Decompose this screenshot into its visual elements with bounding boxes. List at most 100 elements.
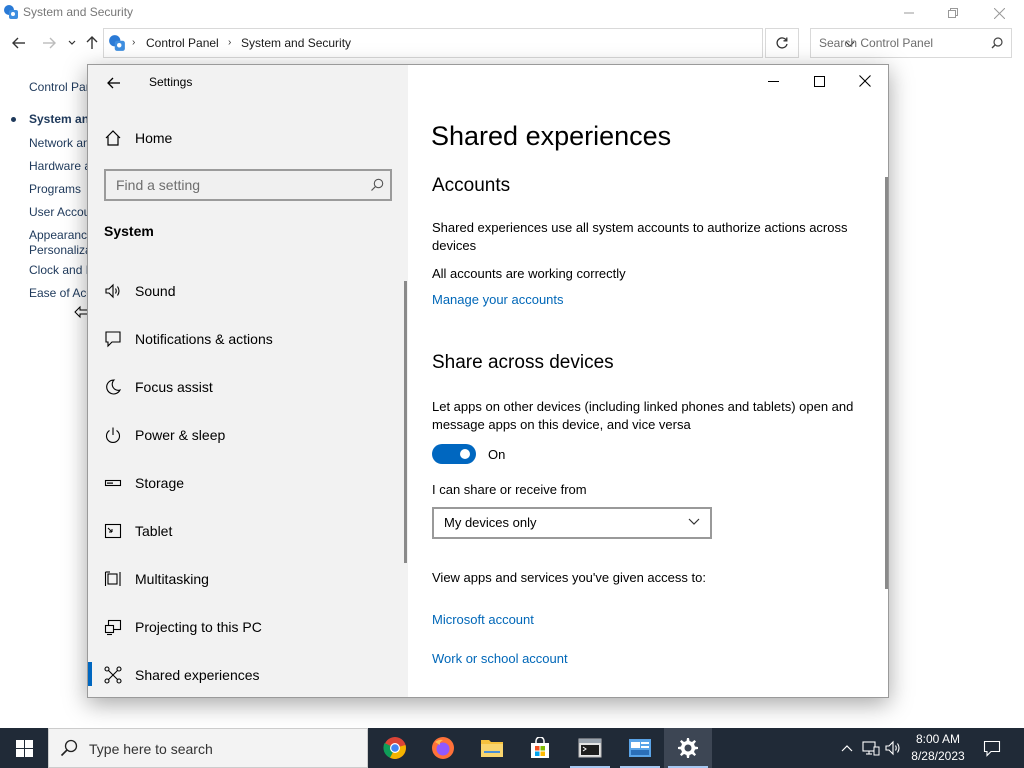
taskbar-app-terminal[interactable] <box>566 728 614 768</box>
nav-item-notifications[interactable]: Notifications & actions <box>88 317 404 361</box>
taskbar-app-control-panel[interactable] <box>616 728 664 768</box>
projector-icon <box>104 618 122 636</box>
search-placeholder: Search Control Panel <box>819 36 934 50</box>
back-arrow-icon <box>107 77 120 89</box>
taskbar-app-store[interactable] <box>516 728 564 768</box>
forward-arrow-icon[interactable] <box>40 34 58 52</box>
taskbar-search-placeholder: Type here to search <box>89 741 213 757</box>
nav-item-shared-experiences[interactable]: Shared experiences <box>88 653 404 697</box>
up-arrow-icon[interactable] <box>83 34 101 52</box>
chevron-up-icon <box>841 745 853 752</box>
page-title: Shared experiences <box>431 121 672 151</box>
maximize-icon <box>813 75 825 87</box>
show-hidden-icons-button[interactable] <box>838 728 856 768</box>
sidebar-link-ease-of-access[interactable]: Ease of Access <box>29 286 88 301</box>
nav-item-label: Power & sleep <box>135 427 226 443</box>
nav-item-tablet[interactable]: Tablet <box>88 509 404 553</box>
settings-navigation-pane: Settings Home Find a setting System Soun… <box>88 65 408 697</box>
taskbar-app-settings[interactable] <box>664 728 712 768</box>
tablet-icon <box>104 522 122 540</box>
work-school-account-link[interactable]: Work or school account <box>432 651 568 666</box>
close-button[interactable] <box>976 0 1022 26</box>
access-label: View apps and services you've given acce… <box>432 570 706 585</box>
toggle-state-label: On <box>488 447 506 462</box>
start-button[interactable] <box>0 728 48 768</box>
nav-item-multitasking[interactable]: Multitasking <box>88 557 404 601</box>
maximize-button[interactable] <box>796 65 842 97</box>
control-panel-icon <box>108 34 126 52</box>
taskbar-search-input[interactable]: Type here to search <box>48 728 368 768</box>
minimize-button[interactable] <box>750 65 796 97</box>
share-section-title: Share across devices <box>432 352 614 373</box>
close-icon <box>859 75 871 87</box>
share-from-dropdown[interactable]: My devices only <box>432 507 712 539</box>
moon-icon <box>104 378 122 396</box>
clock-time[interactable]: 8:00 AM <box>900 732 976 746</box>
sidebar-link-programs[interactable]: Programs <box>29 182 81 197</box>
back-arrow-icon[interactable] <box>10 34 28 52</box>
sidebar-link-user-accounts[interactable]: User Accounts <box>29 205 88 220</box>
clock-date[interactable]: 8/28/2023 <box>900 749 976 763</box>
selection-indicator <box>88 662 92 686</box>
nav-item-sound[interactable]: Sound <box>88 269 404 313</box>
nav-item-label: Notifications & actions <box>135 331 273 347</box>
share-across-devices-toggle[interactable] <box>432 444 476 464</box>
microsoft-account-link[interactable]: Microsoft account <box>432 612 534 627</box>
sidebar-link-system-and-security[interactable]: System and Security <box>29 112 88 127</box>
nav-item-label: Multitasking <box>135 571 209 587</box>
action-center-button[interactable] <box>978 728 1006 768</box>
recent-locations-chevron-icon[interactable] <box>63 34 81 52</box>
nav-item-focus-assist[interactable]: Focus assist <box>88 365 404 409</box>
nav-item-projecting[interactable]: Projecting to this PC <box>88 605 404 649</box>
taskbar-app-firefox[interactable] <box>419 728 467 768</box>
share-description: Let apps on other devices (including lin… <box>432 399 854 432</box>
find-setting-input[interactable]: Find a setting <box>104 169 392 201</box>
nav-item-power-sleep[interactable]: Power & sleep <box>88 413 404 457</box>
restore-button[interactable] <box>930 0 976 26</box>
network-tray-button[interactable] <box>860 728 882 768</box>
minimize-icon <box>767 80 779 82</box>
back-button[interactable] <box>102 73 126 93</box>
manage-accounts-link[interactable]: Manage your accounts <box>432 292 564 307</box>
search-icon <box>370 178 384 192</box>
nav-home[interactable]: Home <box>88 123 408 153</box>
sidebar-link-control-panel-home[interactable]: Control Panel Home <box>29 80 88 95</box>
breadcrumb-system-and-security[interactable]: System and Security <box>241 36 351 50</box>
sidebar-link-clock[interactable]: Clock and Region <box>29 263 88 278</box>
toggle-knob <box>460 449 470 459</box>
breadcrumb-separator: › <box>228 37 232 48</box>
accounts-description: Shared experiences use all system accoun… <box>432 220 848 253</box>
search-icon <box>991 37 1003 49</box>
refresh-button[interactable] <box>765 28 799 58</box>
close-button[interactable] <box>842 65 888 97</box>
taskbar: Type here to search 8:00 AM 8/28/2023 <box>0 728 1024 768</box>
sidebar-link-network[interactable]: Network and Internet <box>29 136 88 151</box>
nav-item-label: Storage <box>135 475 185 491</box>
address-bar[interactable]: › Control Panel › System and Security <box>103 28 855 58</box>
settings-gear-icon <box>678 738 698 758</box>
taskbar-app-file-explorer[interactable] <box>468 728 516 768</box>
multitasking-icon <box>104 570 122 588</box>
taskbar-app-chrome[interactable] <box>371 728 419 768</box>
sidebar-link-hardware[interactable]: Hardware and Sound <box>29 159 88 174</box>
chevron-down-icon <box>688 518 700 526</box>
speaker-icon <box>104 282 122 300</box>
file-explorer-icon <box>481 740 503 757</box>
nav-item-storage[interactable]: Storage <box>88 461 404 505</box>
control-panel-icon <box>629 739 651 757</box>
breadcrumb-control-panel[interactable]: Control Panel <box>146 36 219 50</box>
notification-icon <box>104 330 122 348</box>
nav-scrollbar[interactable] <box>404 281 407 563</box>
refresh-icon <box>776 37 788 49</box>
action-center-icon <box>983 740 1001 757</box>
sidebar-link-personalization[interactable]: Personalization <box>29 243 88 258</box>
control-panel-sidebar: Control Panel Home System and Security N… <box>0 75 88 315</box>
control-panel-icon <box>3 4 19 20</box>
nav-item-label: Focus assist <box>135 379 213 395</box>
sidebar-link-appearance[interactable]: Appearance and <box>29 228 88 243</box>
content-scrollbar[interactable] <box>885 177 888 589</box>
minimize-button[interactable] <box>886 0 932 26</box>
nav-home-label: Home <box>135 130 173 146</box>
control-panel-search-input[interactable]: Search Control Panel <box>810 28 1012 58</box>
shared-experiences-icon <box>104 666 122 684</box>
